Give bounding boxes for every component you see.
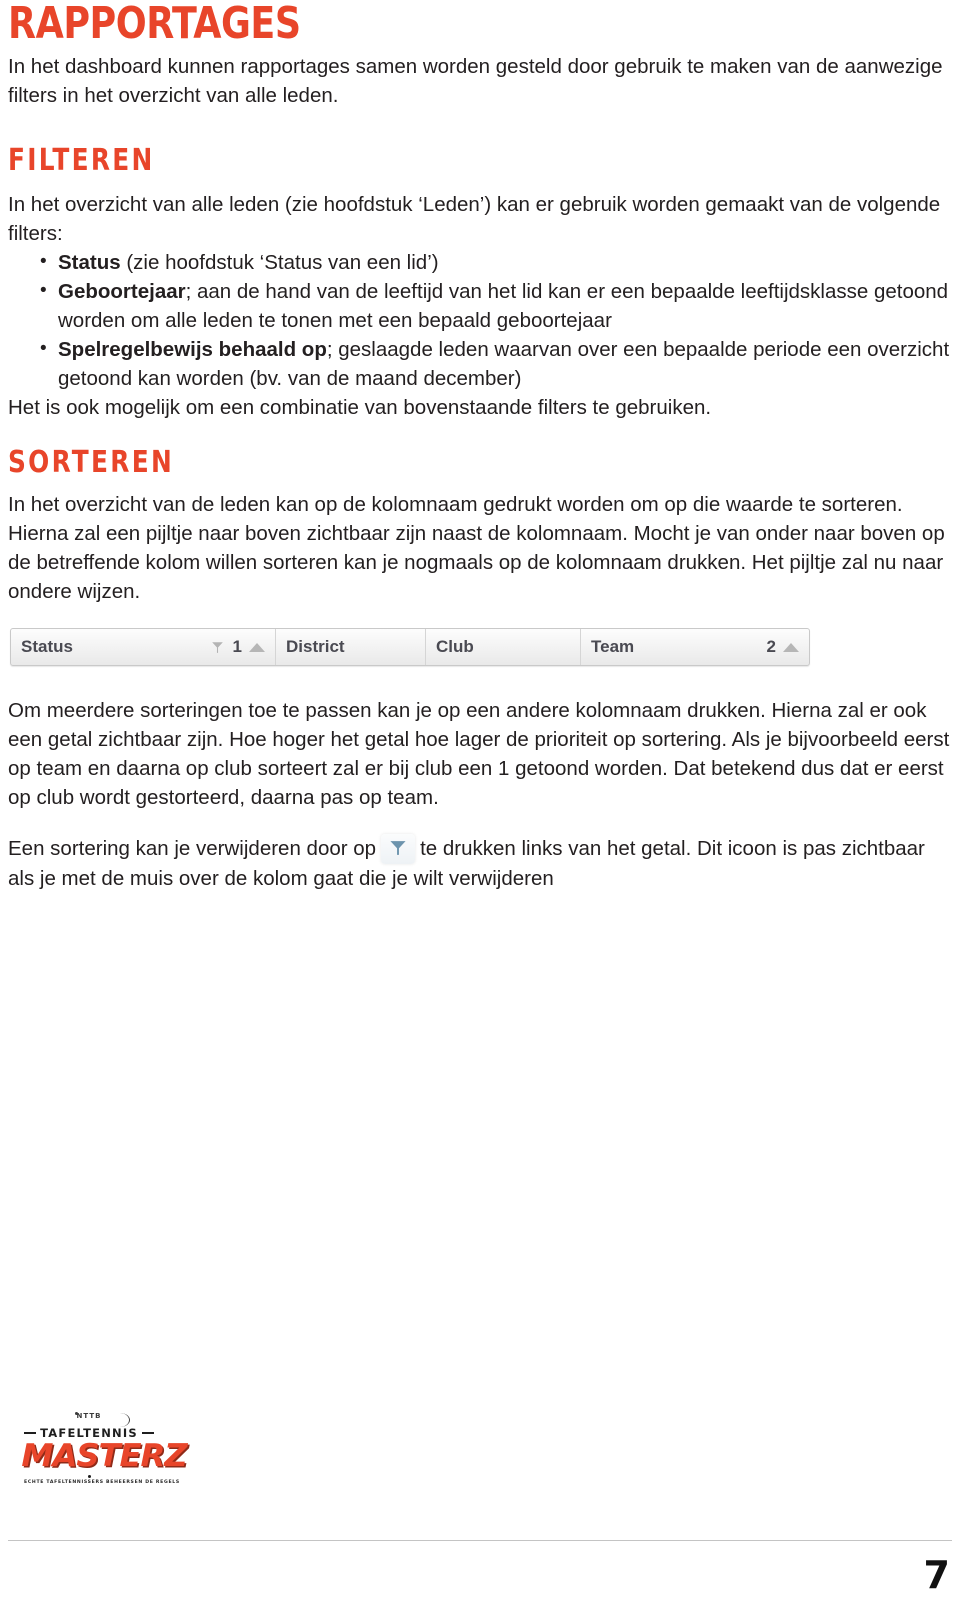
- ball-icon: [75, 1412, 78, 1415]
- logo-tagline: ECHTE TAFELTENNISSERS BEHEERSEN DE REGEL…: [24, 1480, 180, 1485]
- page-title: RAPPORTAGES: [8, 0, 301, 49]
- filter-name: Status: [58, 251, 121, 274]
- intro-paragraph: In het dashboard kunnen rapportages same…: [8, 55, 943, 107]
- sort-indicator-group: 1: [209, 637, 265, 657]
- remove-sort-text-before: Een sortering kan je verwijderen door op: [8, 837, 377, 860]
- table-column-header-status[interactable]: Status 1: [11, 629, 276, 665]
- sort-indicator-group: 2: [767, 637, 799, 657]
- list-item: Geboortejaar; aan de hand van de leeftij…: [8, 276, 952, 335]
- logo-wordmark: MASTERZ: [21, 1438, 187, 1474]
- document-page: RAPPORTAGES In het dashboard kunnen rapp…: [0, 0, 960, 1614]
- logo-swoosh-text: NTTB: [76, 1412, 102, 1420]
- list-item: Spelregelbewijs behaald op; geslaagde le…: [8, 334, 952, 393]
- logo-dash-left: [24, 1432, 37, 1434]
- section-heading-sorteren: SORTEREN: [8, 445, 175, 480]
- remove-sort-icon[interactable]: [209, 639, 226, 656]
- sort-rank-value: 2: [766, 637, 776, 656]
- footer-divider: [8, 1540, 952, 1541]
- column-header-figure: Status 1 District Club Team 2: [10, 628, 810, 666]
- column-header-label: Status: [21, 637, 73, 656]
- filter-list: Status (zie hoofdstuk ‘Status van een li…: [8, 247, 952, 393]
- logo-dash-right: [141, 1432, 154, 1434]
- table-column-header-club[interactable]: Club: [426, 629, 581, 665]
- filter-description: (zie hoofdstuk ‘Status van een lid’): [120, 251, 439, 274]
- column-header-label: Team: [591, 637, 635, 656]
- footer-logo: NTTB TAFELTENNIS MASTERZ ECHTE TAFELTENN…: [21, 1412, 188, 1485]
- sorteren-remove-paragraph: Een sortering kan je verwijderen door op…: [8, 834, 952, 893]
- remove-sort-icon: [381, 834, 416, 864]
- sorteren-intro-paragraph: In het overzicht van de leden kan op de …: [8, 493, 945, 603]
- sort-rank-value: 1: [232, 637, 242, 656]
- logo-swoosh: NTTB: [24, 1412, 154, 1427]
- sort-ascending-caret-icon[interactable]: [783, 642, 799, 652]
- page-number: 7: [923, 1553, 950, 1597]
- logo-dot: [87, 1475, 91, 1478]
- filter-description: ; aan de hand van de leeftijd van het li…: [58, 280, 949, 332]
- table-column-header-team[interactable]: Team 2: [581, 629, 809, 665]
- section-heading-filteren: FILTEREN: [8, 143, 155, 178]
- filter-name: Spelregelbewijs behaald op: [58, 338, 327, 361]
- column-header-label: District: [286, 637, 345, 656]
- list-item: Status (zie hoofdstuk ‘Status van een li…: [8, 247, 952, 277]
- filteren-outro-paragraph: Het is ook mogelijk om een combinatie va…: [8, 396, 712, 419]
- column-header-label: Club: [436, 637, 474, 656]
- filteren-intro-paragraph: In het overzicht van alle leden (zie hoo…: [8, 193, 941, 245]
- table-column-header-district[interactable]: District: [276, 629, 426, 665]
- sorteren-multi-sort-paragraph: Om meerdere sorteringen toe te passen ka…: [8, 699, 950, 809]
- sort-ascending-caret-icon[interactable]: [249, 642, 265, 652]
- swoosh-arc-icon: [113, 1413, 130, 1427]
- filter-name: Geboortejaar: [58, 280, 186, 303]
